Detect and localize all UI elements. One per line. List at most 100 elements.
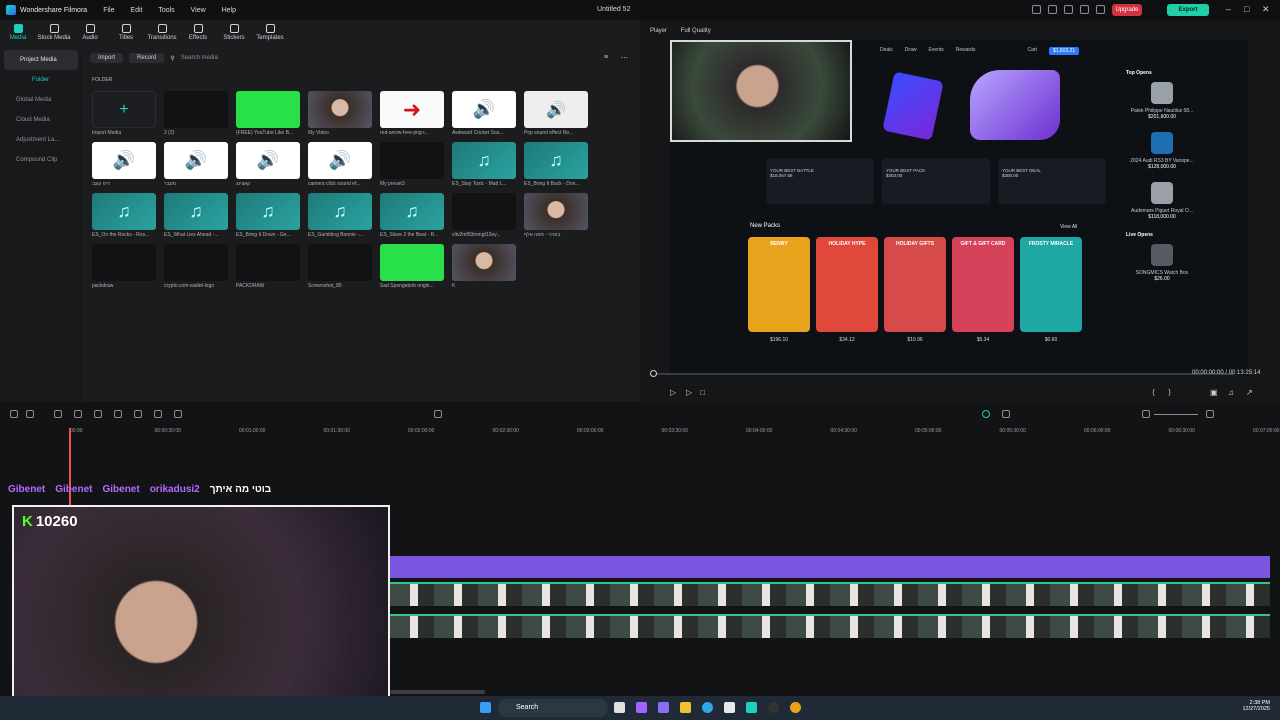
fullscreen-icon[interactable]: ↗	[1246, 388, 1253, 397]
media-item[interactable]: ♫ ES_Slave 2 the Beat - R...	[380, 193, 444, 238]
tab-stickers[interactable]: Stickers	[216, 20, 252, 48]
obs-icon[interactable]	[768, 702, 779, 713]
menu-file[interactable]: File	[103, 7, 114, 14]
media-thumbnail[interactable]: ♫	[164, 193, 228, 230]
play-forward-icon[interactable]: ▷	[686, 388, 692, 397]
quality-select[interactable]: Full Quality	[681, 28, 711, 34]
media-item[interactable]: ♫ ES_Bring It Down - Ge...	[236, 193, 300, 238]
menu-edit[interactable]: Edit	[130, 7, 142, 14]
menu-view[interactable]: View	[191, 7, 206, 14]
media-item[interactable]: packdraw	[92, 244, 156, 289]
tab-titles[interactable]: Titles	[108, 20, 144, 48]
media-item[interactable]: 2 (2)	[164, 91, 228, 136]
upgrade-button[interactable]: Upgrade	[1112, 4, 1142, 16]
media-item[interactable]: 🔊 קאצינג	[236, 142, 300, 187]
media-thumbnail[interactable]: 🔊	[164, 142, 228, 179]
teams-icon[interactable]	[658, 702, 669, 713]
zoom-slider[interactable]	[1154, 414, 1198, 415]
media-item[interactable]: 🔊 Pop sound effect No...	[524, 91, 588, 136]
media-item[interactable]: ♫ ES_Gambling Bonnie -...	[308, 193, 372, 238]
next-frame-icon[interactable]: ⟩	[1168, 388, 1171, 397]
timeline-track-video-1[interactable]	[390, 582, 1270, 606]
marker-icon[interactable]	[434, 410, 442, 418]
media-item[interactable]: Screenshot_85	[308, 244, 372, 289]
time-ruler[interactable]: 00:00 00:00:30:00 00:01:00:00 00:01:30:00 00…	[70, 428, 1280, 440]
media-item[interactable]: ➜ red-arrow-free-png-i...	[380, 91, 444, 136]
filmora-taskbar-icon[interactable]	[746, 702, 757, 713]
search-input[interactable]: Search media	[181, 55, 218, 61]
account-icon[interactable]	[1096, 5, 1105, 14]
record-voice-icon[interactable]	[1002, 410, 1010, 418]
menu-help[interactable]: Help	[222, 7, 236, 14]
media-thumbnail[interactable]	[452, 193, 516, 230]
media-item[interactable]: בוטיני - מאה אלף	[524, 193, 588, 238]
chrome-icon[interactable]	[790, 702, 801, 713]
windows-start-icon[interactable]	[480, 702, 491, 713]
media-item[interactable]: 🔊 דיפ עוגב	[92, 142, 156, 187]
gear-icon[interactable]	[1080, 5, 1089, 14]
media-thumbnail[interactable]	[308, 244, 372, 281]
menu-tools[interactable]: Tools	[158, 7, 174, 14]
timeline-track-video-2[interactable]	[390, 614, 1270, 638]
import-button[interactable]: Import	[90, 53, 124, 63]
media-thumbnail[interactable]: ♫	[92, 193, 156, 230]
undo-icon[interactable]	[54, 410, 62, 418]
taskbar-search[interactable]: Search	[498, 699, 608, 717]
sidebar-item-global-media[interactable]: Global Media	[0, 90, 82, 110]
media-thumbnail[interactable]: 🔊	[92, 142, 156, 179]
tab-transitions[interactable]: Transitions	[144, 20, 180, 48]
media-thumbnail[interactable]: 🔊	[452, 91, 516, 128]
media-item[interactable]: ♫ ES_On the Rocks - Ros...	[92, 193, 156, 238]
sidebar-item-project-media[interactable]: Project Media	[4, 50, 78, 70]
sidebar-item-adjustment-layer[interactable]: Adjustment La...	[0, 130, 82, 150]
stop-icon[interactable]: □	[700, 388, 705, 397]
select-tool-icon[interactable]	[26, 410, 34, 418]
media-thumbnail[interactable]	[380, 244, 444, 281]
media-thumbnail[interactable]	[452, 244, 516, 281]
media-item[interactable]: crypto.com-wallet-logo	[164, 244, 228, 289]
file-explorer-icon[interactable]	[680, 702, 691, 713]
cut-icon[interactable]	[114, 410, 122, 418]
media-item[interactable]: Sad Spongebob origin...	[380, 244, 444, 289]
timeline-scrollbar[interactable]	[390, 690, 485, 694]
snapshot-icon[interactable]: ▣	[1210, 388, 1218, 397]
task-view-icon[interactable]	[614, 702, 625, 713]
export-button[interactable]: Export	[1167, 4, 1209, 16]
media-thumbnail[interactable]	[308, 91, 372, 128]
tab-audio[interactable]: Audio	[72, 20, 108, 48]
tab-media[interactable]: Media	[0, 20, 36, 48]
edge-icon[interactable]	[702, 702, 713, 713]
playback-knob[interactable]	[650, 370, 657, 377]
media-thumbnail[interactable]: 🔊	[308, 142, 372, 179]
tab-effects[interactable]: Effects	[180, 20, 216, 48]
crop-icon[interactable]	[134, 410, 142, 418]
layout-icon[interactable]	[1032, 5, 1041, 14]
copilot-icon[interactable]	[636, 702, 647, 713]
minimize-icon[interactable]: –	[1226, 4, 1231, 14]
media-item[interactable]: ♫ ES_Stay Toxic - Matt L...	[452, 142, 516, 187]
media-thumbnail[interactable]: 🔊	[524, 91, 588, 128]
timeline-track-overlay-clip[interactable]	[390, 556, 1270, 578]
render-icon[interactable]	[982, 410, 990, 418]
media-thumbnail[interactable]	[236, 91, 300, 128]
cloud-icon[interactable]	[1064, 5, 1073, 14]
sidebar-item-cloud-media[interactable]: Cloud Media	[0, 110, 82, 130]
media-thumbnail[interactable]	[380, 142, 444, 179]
media-thumbnail[interactable]: ♫	[308, 193, 372, 230]
text-tool-icon[interactable]	[154, 410, 162, 418]
media-thumbnail[interactable]	[236, 244, 300, 281]
media-item[interactable]: 🔊 מעבר	[164, 142, 228, 187]
zoom-in-icon[interactable]	[1206, 410, 1214, 418]
layout-tool-icon[interactable]	[10, 410, 18, 418]
media-item[interactable]: 🔊 Awkward Cricket Sou...	[452, 91, 516, 136]
media-item[interactable]: PACKDRAW	[236, 244, 300, 289]
more-icon[interactable]: ⋯	[621, 54, 628, 62]
media-item[interactable]: + Import Media	[92, 91, 156, 136]
media-thumbnail[interactable]: ♫	[380, 193, 444, 230]
media-thumbnail[interactable]: ♫	[524, 142, 588, 179]
media-item[interactable]: K	[452, 244, 516, 289]
media-item[interactable]: (FREE) YouTube Like B...	[236, 91, 300, 136]
delete-icon[interactable]	[94, 410, 102, 418]
media-thumbnail[interactable]: ➜	[380, 91, 444, 128]
prev-frame-icon[interactable]: ⟨	[1152, 388, 1155, 397]
